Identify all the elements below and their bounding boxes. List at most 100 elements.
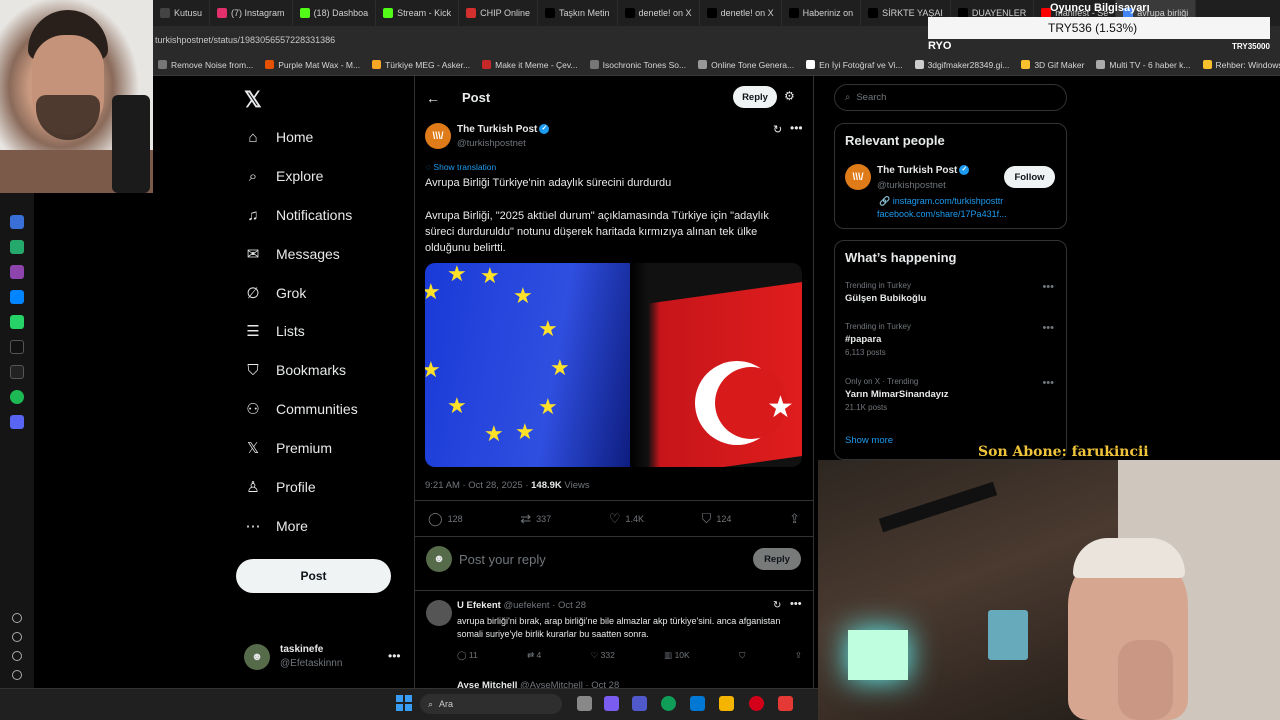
more-dots-icon[interactable]: •••: [388, 649, 401, 663]
more-dots-icon[interactable]: •••: [790, 598, 802, 610]
teams-icon[interactable]: [632, 696, 647, 711]
browser-tab[interactable]: denetle! on X: [618, 0, 700, 26]
spotify-icon[interactable]: [10, 390, 24, 404]
grok-icon[interactable]: ↻: [773, 600, 781, 611]
reply-input[interactable]: Post your reply: [459, 552, 546, 567]
search-input[interactable]: ⌕ Search: [834, 84, 1067, 111]
folder-icon[interactable]: [719, 696, 734, 711]
browser-tab[interactable]: Kutusu: [153, 0, 211, 26]
bookmark-action[interactable]: ⛉ 124: [702, 511, 732, 527]
author-name[interactable]: The Turkish Post ✓: [457, 124, 550, 135]
trend-item[interactable]: Trending in Turkey Gülşen Bubikoğlu •••: [845, 281, 1060, 304]
nav-item-more[interactable]: ⋯ More: [244, 517, 308, 535]
app-icon[interactable]: [10, 215, 24, 229]
nav-item-notifications[interactable]: ♫ Notifications: [244, 206, 352, 224]
reply-action[interactable]: ◯ 128: [428, 511, 463, 527]
nav-item-communities[interactable]: ⚇ Communities: [244, 400, 357, 418]
share-icon[interactable]: ⇪: [795, 650, 802, 661]
account-switcher[interactable]: ☻ taskinefe @Efetaskinnn •••: [244, 643, 401, 671]
reply-avatar[interactable]: [426, 600, 452, 626]
store-icon[interactable]: [690, 696, 705, 711]
show-translation-link[interactable]: ◌ Show translation: [426, 162, 496, 172]
more-dots-icon[interactable]: •••: [1042, 322, 1054, 334]
bookmark-icon[interactable]: ⛉: [739, 650, 745, 661]
facebook-link[interactable]: facebook.com/share/17Pa431f...: [877, 209, 1007, 219]
post-button[interactable]: Post: [236, 559, 391, 593]
follow-button[interactable]: Follow: [1004, 166, 1055, 188]
repost-action[interactable]: ⇄ 337: [520, 511, 551, 527]
nav-item-lists[interactable]: ☰ Lists: [244, 322, 305, 340]
app-icon[interactable]: [778, 696, 793, 711]
bookmark-item[interactable]: Make it Meme - Çev...: [482, 60, 578, 70]
trend-item[interactable]: Only on X · Trending Yarın MimarSinandayı…: [845, 377, 1060, 412]
clock-icon[interactable]: [12, 632, 22, 642]
post-image[interactable]: ★ ★ ★ ★ ★ ★ ★ ★ ★ ★ ★ ★: [425, 263, 802, 467]
taskbar-search[interactable]: ⌕ Ara: [420, 694, 562, 714]
gear-icon[interactable]: [12, 651, 22, 661]
messenger-icon[interactable]: [10, 290, 24, 304]
browser-tab[interactable]: denetle! on X: [700, 0, 782, 26]
nav-item-bookmarks[interactable]: ⛉ Bookmarks: [244, 361, 346, 379]
task-view-icon[interactable]: [577, 696, 592, 711]
nav-item-explore[interactable]: ⌕ Explore: [244, 167, 324, 185]
views-icon[interactable]: ▥ 10K: [664, 650, 690, 661]
person-handle[interactable]: @turkishpostnet: [877, 180, 946, 191]
nav-item-home[interactable]: ⌂ Home: [244, 128, 313, 146]
whatsapp-icon[interactable]: [10, 315, 24, 329]
edge-icon[interactable]: [661, 696, 676, 711]
heart-icon[interactable]: [12, 613, 22, 623]
instagram-link[interactable]: 🔗 instagram.com/turkishposttr: [879, 196, 1003, 207]
browser-tab[interactable]: CHIP Online: [459, 0, 538, 26]
bookmark-item[interactable]: 3D Gif Maker: [1021, 60, 1084, 70]
comment-icon[interactable]: ◯ 11: [457, 650, 478, 661]
back-arrow-icon[interactable]: ←: [426, 90, 440, 106]
browser-tab[interactable]: Stream - Kick: [376, 0, 460, 26]
grok-icon[interactable]: ↻: [773, 123, 782, 136]
bookmark-item[interactable]: Isochronic Tones So...: [589, 60, 686, 70]
share-action[interactable]: ⇪: [789, 511, 800, 527]
nav-item-grok[interactable]: ∅ Grok: [244, 284, 306, 302]
repost-icon[interactable]: ⇄ 4: [527, 650, 541, 661]
opera-icon[interactable]: [749, 696, 764, 711]
browser-tab[interactable]: (7) Instagram: [210, 0, 293, 26]
x-icon[interactable]: [10, 365, 24, 379]
bookmark-item[interactable]: 3dgifmaker28349.gi...: [914, 60, 1009, 70]
nav-item-messages[interactable]: ✉ Messages: [244, 245, 340, 263]
bulb-icon[interactable]: [12, 670, 22, 680]
more-dots-icon[interactable]: •••: [790, 121, 803, 135]
nav-item-profile[interactable]: ♙ Profile: [244, 478, 315, 496]
app-icon[interactable]: [10, 415, 24, 429]
bookmark-item[interactable]: Purple Mat Wax - M...: [265, 60, 360, 70]
windows-start-icon[interactable]: [396, 695, 412, 711]
reply-author-name[interactable]: U Efekent: [457, 600, 501, 611]
settings-sliders-icon[interactable]: ⚙: [784, 89, 795, 103]
bookmark-item[interactable]: Online Tone Genera...: [698, 60, 794, 70]
bookmark-item[interactable]: Rehber: Windows 1...: [1202, 60, 1280, 70]
x-logo-icon[interactable]: 𝕏: [244, 87, 262, 113]
browser-tab[interactable]: Haberiniz on: [782, 0, 862, 26]
bookmark-item[interactable]: Türkiye MEG - Asker...: [372, 60, 470, 70]
trend-item[interactable]: Trending in Turkey #papara 6,113 posts •••: [845, 322, 1060, 357]
app-icon[interactable]: [10, 265, 24, 279]
author-avatar[interactable]: \\\/: [425, 123, 451, 149]
author-avatar[interactable]: \\\/: [845, 164, 871, 190]
bookmark-item[interactable]: Remove Noise from...: [158, 60, 253, 70]
more-dots-icon[interactable]: •••: [1042, 281, 1054, 293]
heart-icon[interactable]: ♡ 332: [591, 650, 615, 661]
browser-tab[interactable]: Taşkın Metin: [538, 0, 618, 26]
tiktok-icon[interactable]: [10, 340, 24, 354]
show-more-link[interactable]: Show more: [845, 435, 893, 446]
app-icon[interactable]: [10, 240, 24, 254]
more-dots-icon[interactable]: •••: [1042, 377, 1054, 389]
nav-item-premium[interactable]: 𝕏 Premium: [244, 439, 332, 457]
bookmark-item[interactable]: En İyi Fotoğraf ve Vi...: [806, 60, 903, 70]
author-handle[interactable]: @turkishpostnet: [457, 138, 526, 149]
reply-submit-button[interactable]: Reply: [753, 548, 801, 570]
like-action[interactable]: ♡ 1.4K: [609, 511, 644, 527]
reply-author-handle[interactable]: @uefekent: [503, 600, 549, 611]
person-name[interactable]: The Turkish Post ✓: [877, 165, 970, 176]
browser-tab[interactable]: (18) Dashboa: [293, 0, 377, 26]
copilot-icon[interactable]: [604, 696, 619, 711]
bookmark-item[interactable]: Multi TV - 6 haber k...: [1096, 60, 1191, 70]
reply-button-top[interactable]: Reply: [733, 86, 777, 108]
